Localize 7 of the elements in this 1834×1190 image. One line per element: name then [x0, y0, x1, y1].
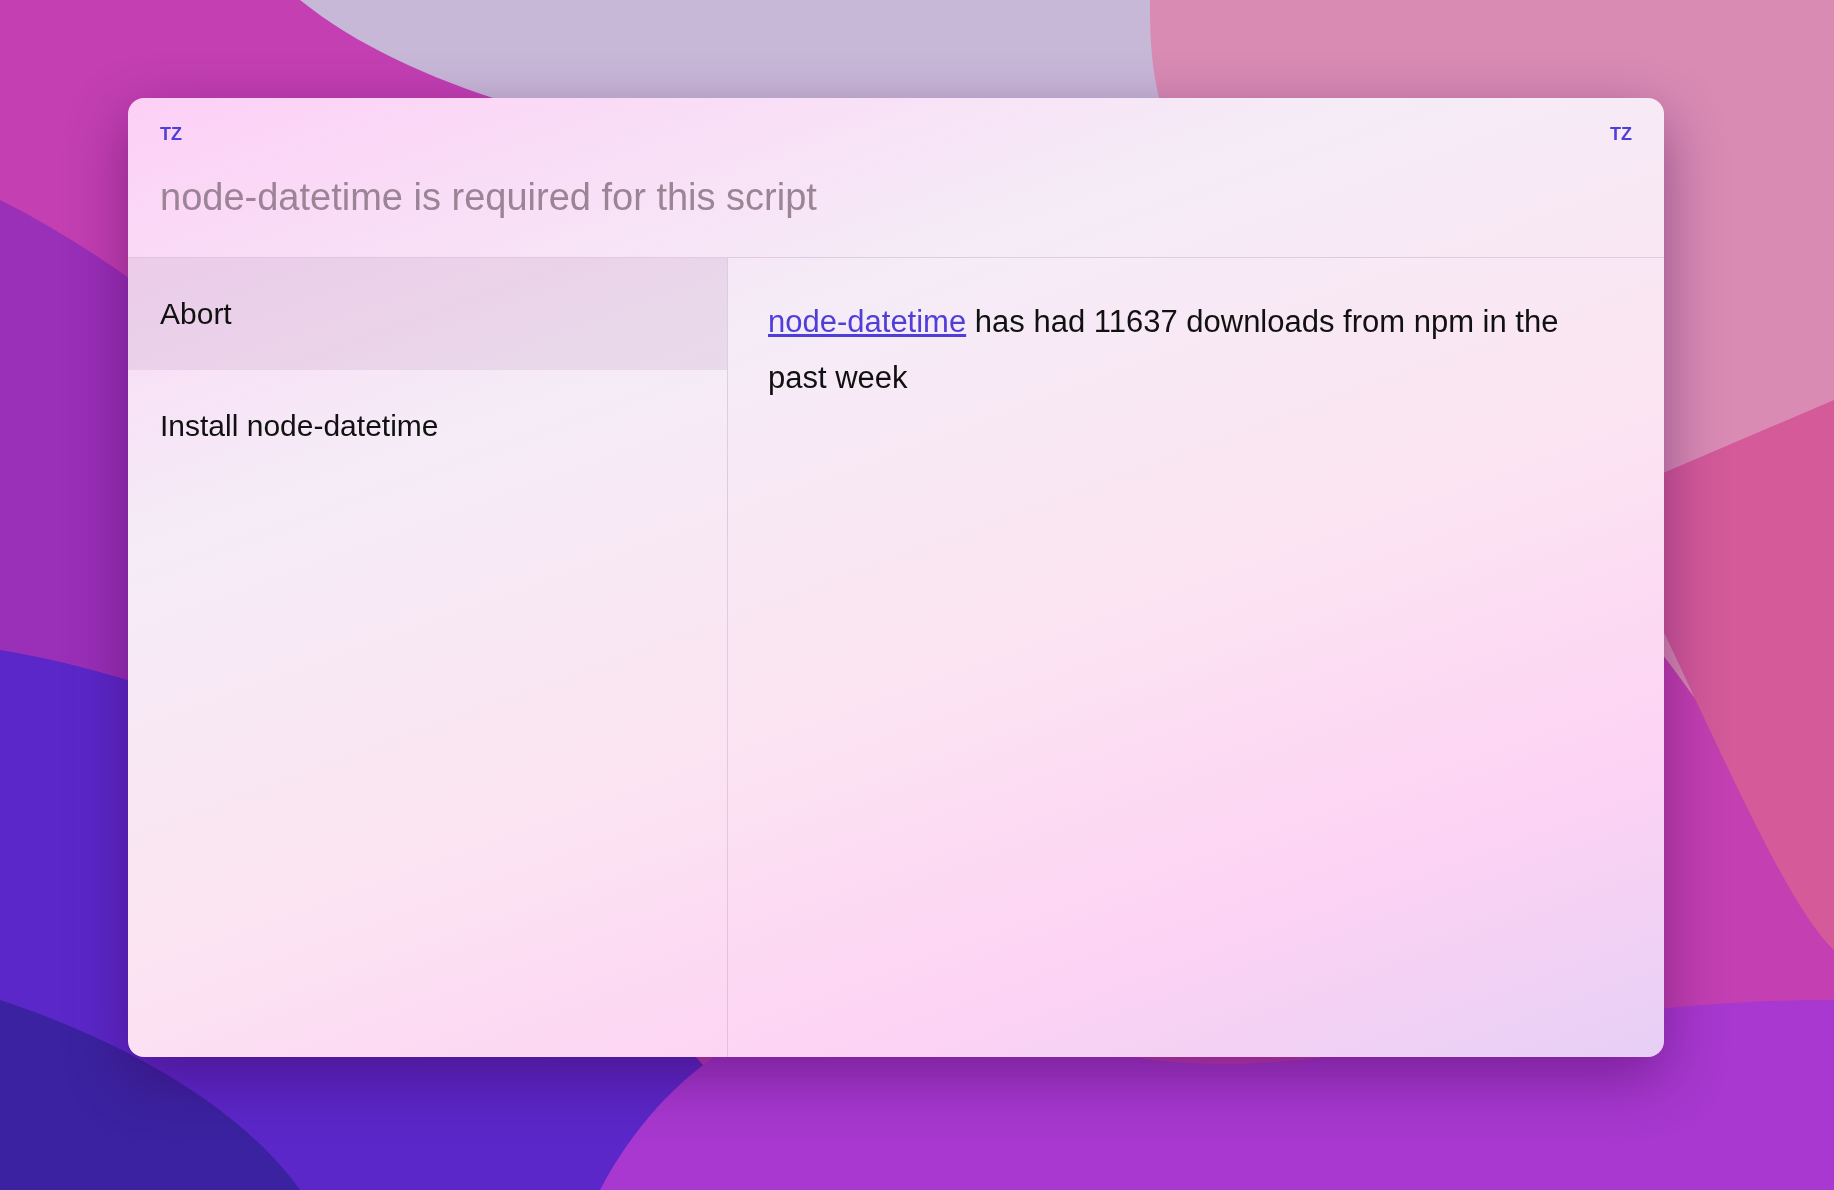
choice-item[interactable]: Install node-datetime	[128, 370, 727, 482]
prompt-input-field[interactable]: node-datetime is required for this script	[160, 172, 1632, 222]
choice-item[interactable]: Abort	[128, 258, 727, 370]
package-link[interactable]: node-datetime	[768, 304, 967, 339]
preview-text: node-datetime has had 11637 downloads from npm in the past week	[768, 303, 1560, 397]
script-tag: TZ	[160, 122, 182, 146]
script-tag: TZ	[1610, 122, 1632, 146]
